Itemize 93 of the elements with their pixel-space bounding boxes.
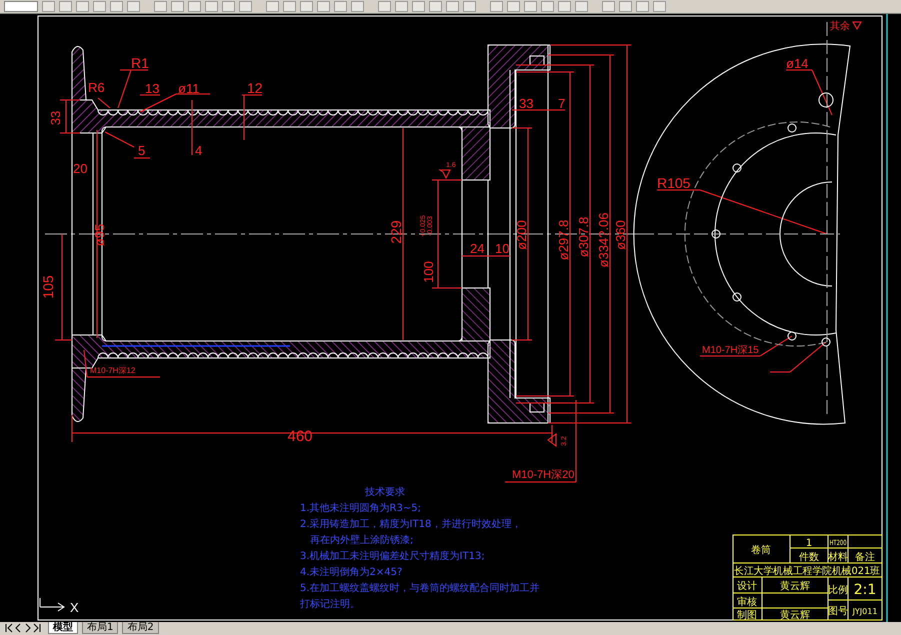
toolbar-button[interactable] xyxy=(93,1,106,12)
toolbar-button[interactable] xyxy=(42,1,55,12)
title-block-text: 1 xyxy=(806,538,812,549)
toolbar-button[interactable] xyxy=(351,1,364,12)
dimension-text: 12 xyxy=(247,80,263,96)
dimension-text: 20 xyxy=(73,161,88,176)
toolbar-button[interactable] xyxy=(412,1,425,12)
dimension-text: 33 xyxy=(48,110,63,126)
requirement-line: 4.未注明倒角为2×45? xyxy=(300,567,402,578)
toolbar-button[interactable] xyxy=(188,1,201,12)
toolbar-button[interactable] xyxy=(205,1,218,12)
dimension-text: ø11 xyxy=(178,81,200,96)
dimension-text: 33 xyxy=(519,96,534,111)
dimension-text: 105 xyxy=(40,275,56,299)
toolbar-button[interactable] xyxy=(110,1,123,12)
roughness-symbol-icon xyxy=(852,22,862,30)
toolbar-button[interactable] xyxy=(76,1,89,12)
dimension-text: 7 xyxy=(558,96,566,111)
requirement-line: 5.在加工螺纹盖螺纹时，与卷筒的螺纹配合同时加工并 xyxy=(300,583,540,594)
title-block-text: 材料 xyxy=(828,552,848,563)
roughness-symbol-icon xyxy=(547,433,556,447)
dimension-text: 13 xyxy=(145,81,160,96)
toolbar-button[interactable] xyxy=(395,1,408,12)
dimension-text: M10-7H深12 xyxy=(90,366,136,375)
title-block-text: 图号 xyxy=(828,606,848,617)
ucs-axis-icon xyxy=(40,598,65,612)
dimension-text: ø360 xyxy=(613,220,628,250)
dimension-text: R105 xyxy=(657,175,690,191)
toolbar-button[interactable] xyxy=(317,1,330,12)
toolbar-button[interactable] xyxy=(602,1,615,12)
toolbar-button[interactable] xyxy=(171,1,184,12)
toolbar-button[interactable] xyxy=(154,1,167,12)
toolbar-button[interactable] xyxy=(575,1,588,12)
title-block-text: 黄云辉 xyxy=(780,581,810,592)
title-block-text: 件数 xyxy=(799,552,819,563)
dimension-text: 5 xyxy=(138,143,146,158)
requirement-line: 打标记注明。 xyxy=(300,599,360,610)
dimension-text: 100 xyxy=(421,261,436,283)
toolbar-button[interactable] xyxy=(507,1,520,12)
dimension-text: M10-7H深20 xyxy=(512,469,574,481)
toolbar-button[interactable] xyxy=(300,1,313,12)
dimension-text: ø307.8 xyxy=(576,216,591,258)
title-block-text: 黄云辉 xyxy=(780,610,810,621)
dimension-text: R6 xyxy=(88,80,105,95)
title-block-text: 设计 xyxy=(737,581,757,592)
dimension-text: R1 xyxy=(131,55,149,71)
roughness-symbol-icon xyxy=(438,170,451,180)
title-block-text: 长江大学机械工程学院机械021班 xyxy=(734,566,884,577)
roughness-note: 其余 xyxy=(830,21,850,32)
toolbar-button[interactable] xyxy=(283,1,296,12)
dimension-text: 24 xyxy=(470,241,484,256)
command-field[interactable] xyxy=(4,1,38,12)
toolbar-button[interactable] xyxy=(266,1,279,12)
toolbar-button[interactable] xyxy=(541,1,554,12)
toolbar-button[interactable] xyxy=(127,1,140,12)
toolbar-button[interactable] xyxy=(239,1,252,12)
title-block-text: 审核 xyxy=(737,597,757,608)
requirement-line: 1.其他未注明圆角为R3~5; xyxy=(300,503,421,514)
layout-tab[interactable]: 布局2 xyxy=(122,622,159,634)
toolbar-button[interactable] xyxy=(429,1,442,12)
title-block-text: 备注 xyxy=(855,552,875,563)
toolbar-button[interactable] xyxy=(334,1,347,12)
dimension-text: ø297.8 xyxy=(556,220,571,260)
layout-tab[interactable]: 模型 xyxy=(48,622,78,634)
dimension-text: 10 xyxy=(495,241,510,256)
title-block-text: 卷筒 xyxy=(751,545,771,556)
title-block-text: 2:1 xyxy=(854,582,876,598)
requirement-line: 2.采用铸造加工，精度为IT18，并进行时效处理， xyxy=(300,519,522,530)
dimension-text: ø200 xyxy=(514,220,529,250)
toolbar-button[interactable] xyxy=(653,1,666,12)
requirement-line: 再在内外壁上涂防锈漆; xyxy=(310,535,414,546)
axis-label: X xyxy=(70,600,79,615)
toolbar-button[interactable] xyxy=(463,1,476,12)
toolbar-button[interactable] xyxy=(490,1,503,12)
toolbar-button[interactable] xyxy=(59,1,72,12)
layout-tab[interactable]: 布局1 xyxy=(82,622,118,634)
title-block-text: 比例 xyxy=(828,585,848,596)
toolbar-button[interactable] xyxy=(378,1,391,12)
toolbar-button[interactable] xyxy=(636,1,649,12)
toolbar-button[interactable] xyxy=(619,1,632,12)
title-block-text: 制图 xyxy=(737,610,757,621)
dimension-text: 229 xyxy=(388,220,404,244)
dimension-text: 4 xyxy=(195,143,202,158)
toolbar-button[interactable] xyxy=(222,1,235,12)
toolbar-button[interactable] xyxy=(446,1,459,12)
toolbar-button[interactable] xyxy=(524,1,537,12)
dimension-text: M10-7H深15 xyxy=(702,345,759,356)
dimension-text: ø334?.06 xyxy=(596,212,611,268)
title-block-text: JYJ011 xyxy=(852,607,878,616)
toolbar-button[interactable] xyxy=(558,1,571,12)
requirements-title: 技术要求 xyxy=(365,487,405,498)
dimension-text: ø14 xyxy=(786,56,808,71)
requirement-line: 3.机械加工未注明偏差处尺寸精度为IT13; xyxy=(300,551,485,562)
